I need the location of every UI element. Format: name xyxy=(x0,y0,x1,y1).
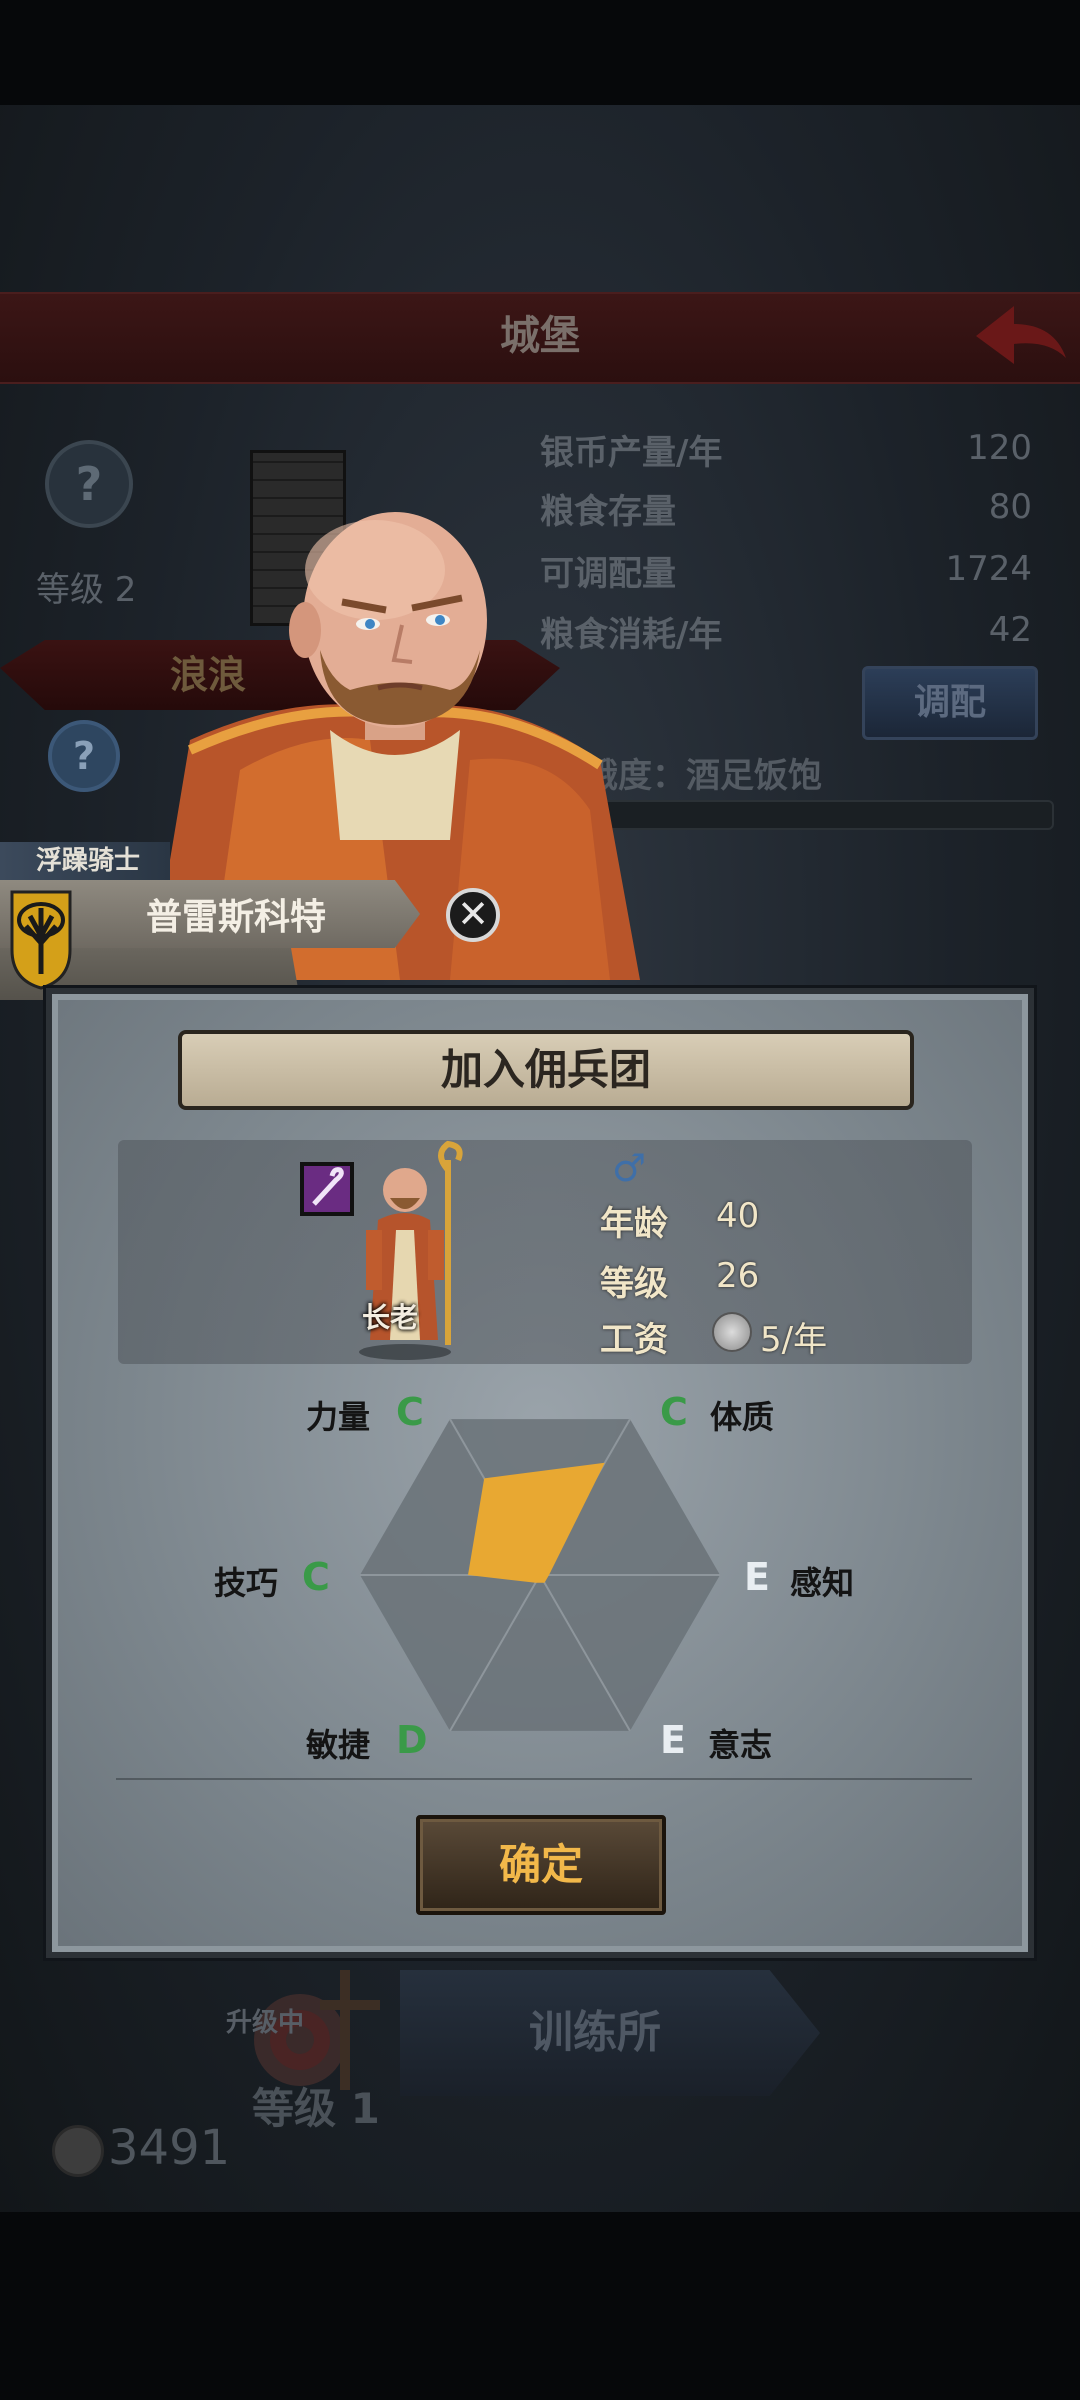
coin-count: 3491 xyxy=(108,2120,231,2176)
age-label: 年龄 xyxy=(600,1204,668,1244)
attr-strength-label: 力量 xyxy=(306,1398,371,1436)
character-name: 普雷斯科特 xyxy=(146,897,327,938)
attr-will-label: 意志 xyxy=(708,1726,773,1764)
wage-value: 5/年 xyxy=(760,1320,828,1360)
silver-coin-icon xyxy=(712,1312,752,1352)
age-value: 40 xyxy=(716,1196,760,1236)
unit-info-panel xyxy=(118,1140,972,1364)
dialog-divider xyxy=(116,1778,972,1780)
attr-agility-label: 敏捷 xyxy=(306,1726,371,1764)
stat-value: 120 xyxy=(967,428,1032,468)
attribute-radar-chart xyxy=(360,1418,720,1732)
attr-strength-grade: C xyxy=(396,1390,424,1434)
help-icon[interactable]: ? xyxy=(48,720,120,792)
level-value: 26 xyxy=(716,1256,760,1296)
wage-label: 工资 xyxy=(600,1320,668,1360)
castle-title: 城堡 xyxy=(500,313,580,359)
tree-crest-icon xyxy=(10,890,72,990)
attr-will-grade: E xyxy=(660,1718,686,1762)
attr-skill-grade: C xyxy=(302,1555,330,1599)
castle-level: 等级 2 xyxy=(36,570,137,610)
stat-value: 80 xyxy=(988,487,1032,527)
attr-constitution-label: 体质 xyxy=(710,1398,775,1436)
back-arrow-icon[interactable] xyxy=(970,300,1070,372)
level-label: 等级 xyxy=(600,1264,668,1304)
adjust-button[interactable]: 调配 xyxy=(862,666,1038,740)
stat-value: 1724 xyxy=(945,549,1032,589)
unit-class-label: 长老 xyxy=(362,1301,419,1334)
male-gender-icon: ♂ xyxy=(612,1146,647,1190)
attr-perception-label: 感知 xyxy=(790,1564,855,1602)
stat-label: 银币产量/年 xyxy=(540,433,723,473)
training-building-label: 训练所 xyxy=(529,2007,661,2058)
attr-constitution-grade: C xyxy=(660,1390,688,1434)
attr-perception-grade: E xyxy=(744,1555,770,1599)
character-trait-tag: 浮躁骑士 xyxy=(0,842,170,880)
building-level: 等级 1 xyxy=(252,2084,380,2133)
close-button[interactable]: ✕ xyxy=(446,888,500,942)
attr-agility-grade: D xyxy=(396,1718,428,1762)
attr-skill-label: 技巧 xyxy=(214,1564,279,1602)
coin-icon xyxy=(52,2125,104,2177)
bottom-black-bar xyxy=(0,2212,1080,2400)
stat-value: 42 xyxy=(988,610,1032,650)
confirm-button[interactable]: 确定 xyxy=(416,1815,666,1915)
upgrading-label: 升级中 xyxy=(226,2008,305,2038)
dialog-title: 加入佣兵团 xyxy=(440,1045,651,1094)
help-icon[interactable]: ? xyxy=(45,440,133,528)
